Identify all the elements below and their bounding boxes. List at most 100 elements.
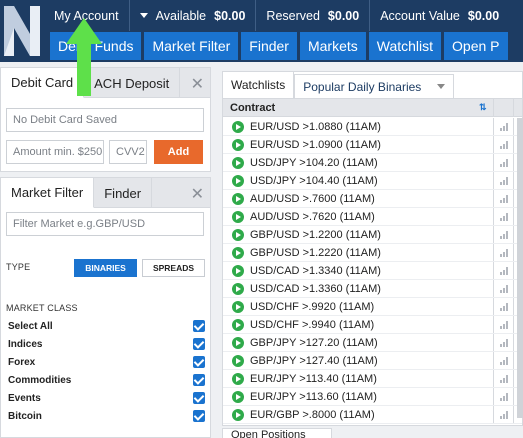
- cvv-input[interactable]: CVV2: [109, 140, 147, 164]
- class-label: Events: [8, 392, 41, 404]
- play-icon[interactable]: [232, 282, 244, 295]
- account-value-group: Account Value $0.00: [369, 0, 509, 31]
- table-row[interactable]: USD/CHF >.9940 (11AM): [223, 316, 522, 334]
- table-row[interactable]: EUR/GBP >.8000 (11AM): [223, 406, 522, 424]
- watchlist-select-value: Popular Daily Binaries: [303, 79, 422, 94]
- play-icon[interactable]: [232, 138, 244, 151]
- table-row[interactable]: EUR/USD >1.0900 (11AM): [223, 136, 522, 154]
- chart-icon[interactable]: [500, 123, 508, 131]
- table-row[interactable]: GBP/USD >1.2200 (11AM): [223, 226, 522, 244]
- chart-icon[interactable]: [500, 177, 508, 185]
- contract-name: GBP/USD >1.2200 (11AM): [250, 228, 381, 241]
- chart-icon[interactable]: [500, 141, 508, 149]
- chart-icon[interactable]: [500, 213, 508, 221]
- chart-icon[interactable]: [500, 231, 508, 239]
- table-row[interactable]: USD/CAD >1.3360 (11AM): [223, 280, 522, 298]
- scrollbar[interactable]: [517, 118, 523, 418]
- filter-market-input[interactable]: Filter Market e.g.GBP/USD: [6, 212, 204, 236]
- class-option-select-all[interactable]: Select All: [8, 317, 205, 335]
- contract-name: EUR/JPY >113.40 (11AM): [250, 372, 377, 385]
- tab-open-positions[interactable]: Open Positions: [222, 428, 332, 438]
- checkbox[interactable]: [193, 356, 205, 368]
- play-icon[interactable]: [232, 228, 244, 241]
- chart-icon[interactable]: [500, 375, 508, 383]
- logo[interactable]: [0, 0, 44, 62]
- play-icon[interactable]: [232, 192, 244, 205]
- table-row[interactable]: USD/JPY >104.20 (11AM): [223, 154, 522, 172]
- play-icon[interactable]: [232, 246, 244, 259]
- table-row[interactable]: GBP/USD >1.2220 (11AM): [223, 244, 522, 262]
- checkbox[interactable]: [193, 410, 205, 422]
- class-option-commodities[interactable]: Commodities: [8, 371, 205, 389]
- chart-icon[interactable]: [500, 393, 508, 401]
- markets-button[interactable]: Markets: [299, 32, 366, 60]
- class-label: Bitcoin: [8, 410, 42, 422]
- binaries-toggle[interactable]: BINARIES: [74, 259, 137, 277]
- table-row[interactable]: USD/JPY >104.40 (11AM): [223, 172, 522, 190]
- pointer-arrow-icon: [66, 18, 102, 96]
- amount-input[interactable]: Amount min. $250: [6, 140, 104, 164]
- table-row[interactable]: EUR/JPY >113.40 (11AM): [223, 370, 522, 388]
- chart-icon[interactable]: [500, 159, 508, 167]
- play-icon[interactable]: [232, 336, 244, 349]
- play-icon[interactable]: [232, 120, 244, 133]
- market-class-label: MARKET CLASS: [6, 303, 78, 313]
- market-filter-button[interactable]: Market Filter: [144, 32, 239, 60]
- class-option-bitcoin[interactable]: Bitcoin: [8, 407, 205, 425]
- close-icon[interactable]: ✕: [191, 74, 204, 94]
- chart-icon[interactable]: [500, 339, 508, 347]
- chart-icon[interactable]: [500, 303, 508, 311]
- checkbox[interactable]: [193, 374, 205, 386]
- spreads-toggle[interactable]: SPREADS: [142, 259, 205, 277]
- add-button[interactable]: Add: [154, 140, 203, 164]
- chart-icon[interactable]: [500, 321, 508, 329]
- table-row[interactable]: EUR/JPY >113.60 (11AM): [223, 388, 522, 406]
- play-icon[interactable]: [232, 372, 244, 385]
- tab-watchlists[interactable]: Watchlists: [223, 72, 295, 98]
- chart-icon[interactable]: [500, 267, 508, 275]
- table-row[interactable]: AUD/USD >.7620 (11AM): [223, 208, 522, 226]
- table-row[interactable]: GBP/JPY >127.40 (11AM): [223, 352, 522, 370]
- play-icon[interactable]: [232, 174, 244, 187]
- account-summary-toggle[interactable]: Available $0.00: [128, 0, 256, 31]
- chart-icon[interactable]: [500, 285, 508, 293]
- open-positions-button[interactable]: Open P: [444, 32, 508, 60]
- class-label: Commodities: [8, 374, 72, 386]
- class-option-indices[interactable]: Indices: [8, 335, 205, 353]
- play-icon[interactable]: [232, 408, 244, 421]
- checkbox[interactable]: [193, 320, 205, 332]
- debit-card-field[interactable]: No Debit Card Saved: [6, 108, 204, 132]
- checkbox[interactable]: [193, 392, 205, 404]
- watchlist-rows: EUR/USD >1.0880 (11AM) EUR/USD >1.0900 (1…: [223, 118, 522, 426]
- checkbox[interactable]: [193, 338, 205, 350]
- play-icon[interactable]: [232, 318, 244, 331]
- watchlist-select[interactable]: Popular Daily Binaries: [294, 74, 455, 98]
- chart-icon[interactable]: [500, 357, 508, 365]
- play-icon[interactable]: [232, 354, 244, 367]
- finder-button[interactable]: Finder: [241, 32, 297, 60]
- play-icon[interactable]: [232, 264, 244, 277]
- chart-icon[interactable]: [500, 249, 508, 257]
- sort-icon[interactable]: ⇅: [479, 102, 487, 113]
- play-icon[interactable]: [232, 300, 244, 313]
- class-option-events[interactable]: Events: [8, 389, 205, 407]
- contract-column-header[interactable]: Contract: [223, 102, 478, 114]
- play-icon[interactable]: [232, 390, 244, 403]
- contract-name: EUR/USD >1.0900 (11AM): [250, 138, 381, 151]
- table-row[interactable]: EUR/USD >1.0880 (11AM): [223, 118, 522, 136]
- table-row[interactable]: USD/CAD >1.3340 (11AM): [223, 262, 522, 280]
- close-icon[interactable]: ✕: [191, 184, 204, 204]
- contract-name: USD/CHF >.9920 (11AM): [250, 300, 375, 313]
- tab-finder[interactable]: Finder: [94, 178, 153, 208]
- table-row[interactable]: GBP/JPY >127.20 (11AM): [223, 334, 522, 352]
- table-row[interactable]: AUD/USD >.7600 (11AM): [223, 190, 522, 208]
- play-icon[interactable]: [232, 210, 244, 223]
- chart-icon[interactable]: [500, 195, 508, 203]
- class-option-forex[interactable]: Forex: [8, 353, 205, 371]
- table-row[interactable]: USD/CHF >.9920 (11AM): [223, 298, 522, 316]
- play-icon[interactable]: [232, 156, 244, 169]
- contract-name: USD/CAD >1.3340 (11AM): [250, 264, 381, 277]
- tab-market-filter[interactable]: Market Filter: [1, 178, 95, 208]
- watchlist-button[interactable]: Watchlist: [368, 32, 442, 60]
- chart-icon[interactable]: [500, 411, 508, 419]
